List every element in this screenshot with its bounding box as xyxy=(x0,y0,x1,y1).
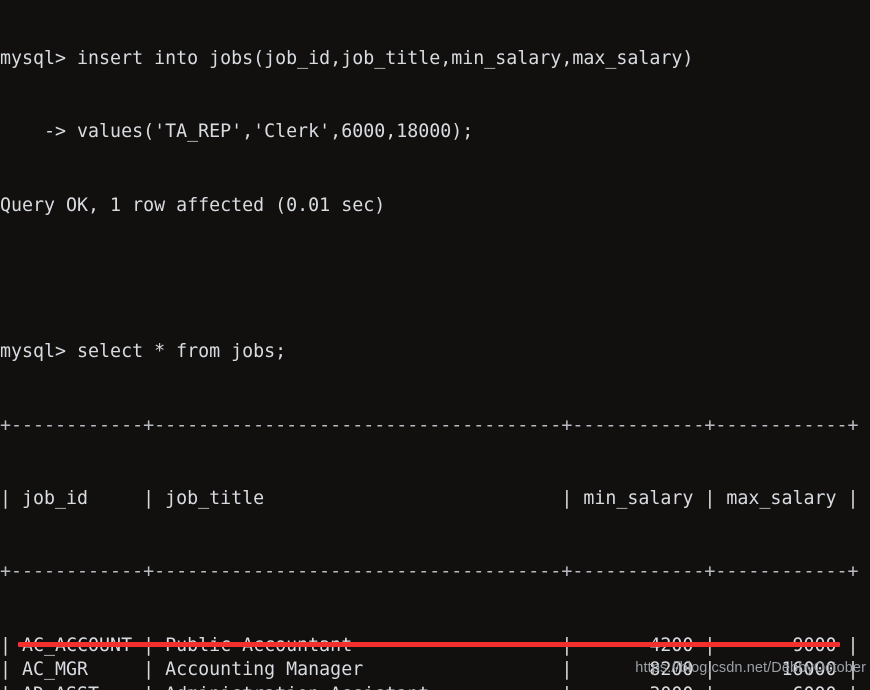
insert-statement-line-1: mysql> insert into jobs(job_id,job_title… xyxy=(0,47,694,69)
table-row: | AD_ASST | Administration Assistant | 3… xyxy=(0,683,870,690)
red-highlight-underline xyxy=(18,642,840,647)
terminal-window: mysql> insert into jobs(job_id,job_title… xyxy=(0,0,870,690)
table-rule-top: +------------+--------------------------… xyxy=(0,414,859,436)
blank-spacer-line xyxy=(0,267,870,291)
insert-statement-line-2: -> values('TA_REP','Clerk',6000,18000); xyxy=(0,121,474,143)
insert-result-message: Query OK, 1 row affected (0.01 sec) xyxy=(0,194,386,216)
terminal-console-output: mysql> insert into jobs(job_id,job_title… xyxy=(0,0,870,690)
table-header-row: | job_id | job_title | min_salary | max_… xyxy=(0,487,859,509)
table-rule-header: +------------+--------------------------… xyxy=(0,561,859,583)
csdn-watermark: https://blog.csdn.net/DebbyOctober xyxy=(635,660,866,676)
select-statement-line: mysql> select * from jobs; xyxy=(0,341,287,363)
